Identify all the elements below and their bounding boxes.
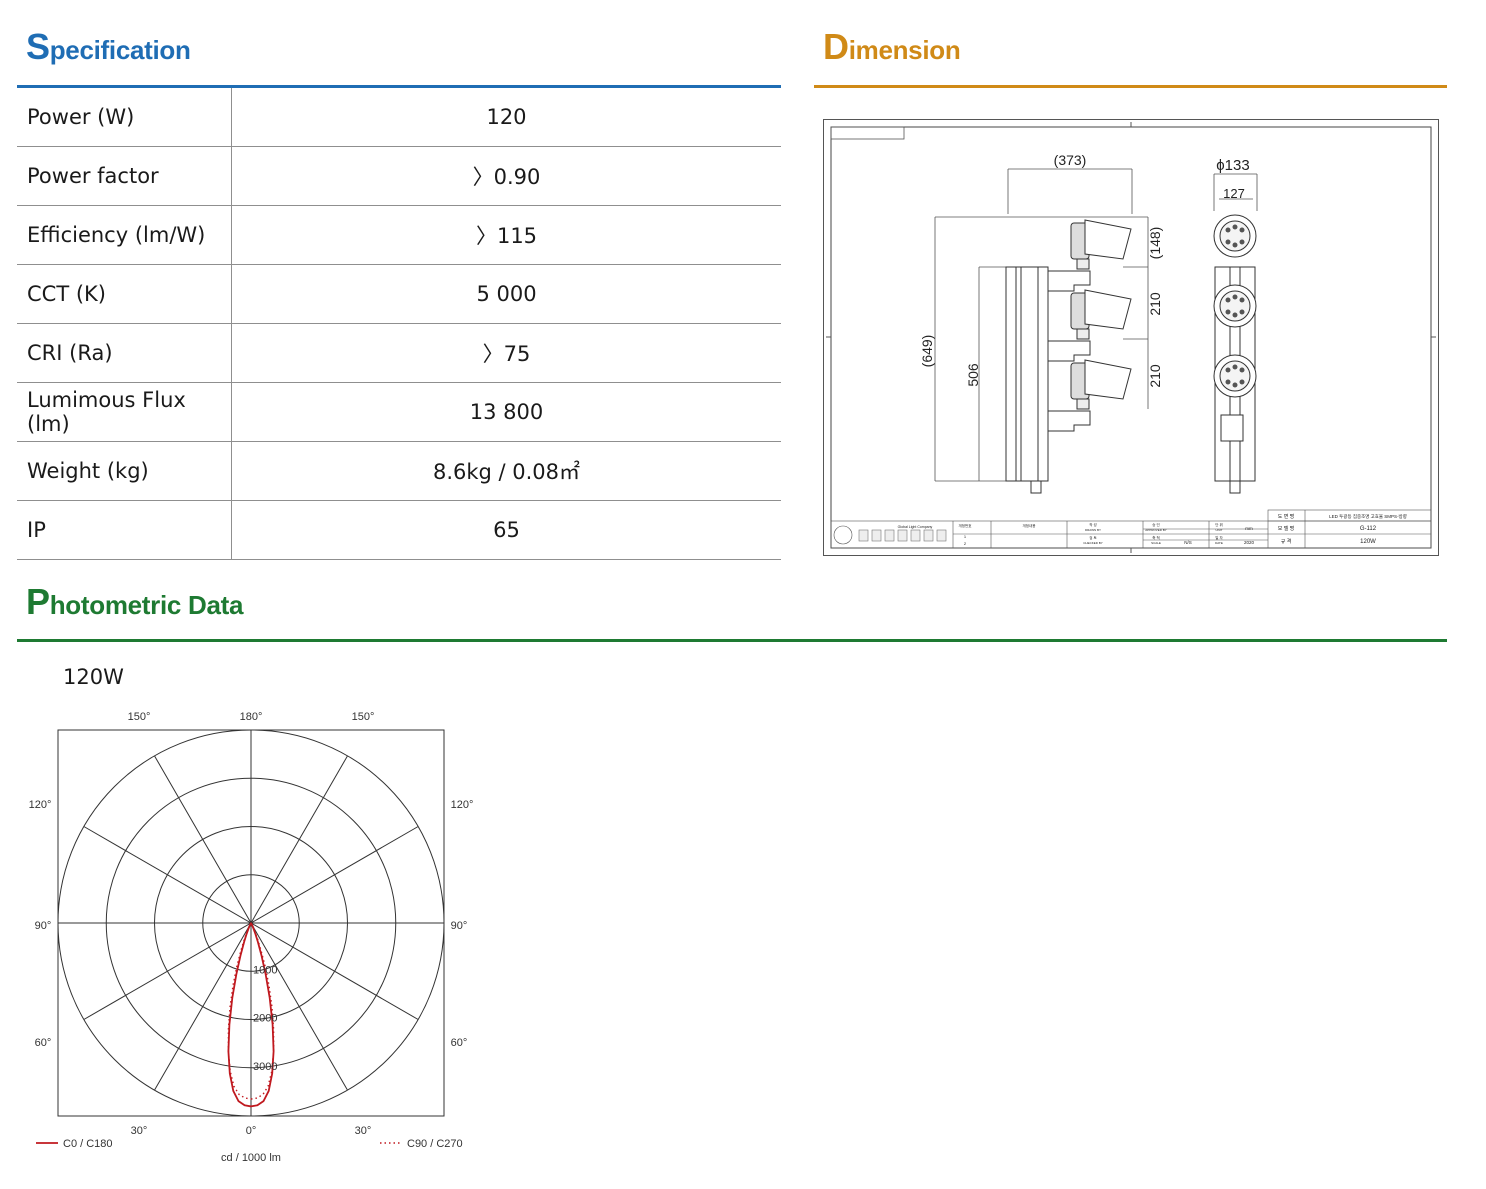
polar-angle-label: 60° <box>451 1037 468 1049</box>
checked-label: 검 토 <box>1089 535 1097 540</box>
dim-width-total: (373) <box>1054 152 1087 168</box>
spec-key: Power (W) <box>17 88 232 147</box>
rev-label: 개정번호 <box>959 523 973 528</box>
photometric-divider <box>17 639 1447 642</box>
spec-row: Power factor 〉0.90 <box>17 146 781 206</box>
spec-row: CCT (K) 5 000 <box>17 264 781 324</box>
spec-label: 규 격 <box>1281 538 1292 545</box>
spec-value: 〉75 <box>231 323 781 383</box>
polar-angle-label: 120° <box>29 799 52 811</box>
spec-row: Weight (kg) 8.6kg / 0.08㎡ <box>17 441 781 501</box>
model-label: 모 델 명 <box>1278 525 1295 532</box>
date-label-en: DATE <box>1215 541 1223 545</box>
dim-height-total: (649) <box>919 335 935 368</box>
drawn-label-en: DRAWN BY <box>1085 528 1101 532</box>
scale-label: 축 척 <box>1152 535 1159 540</box>
scale-value: N/S <box>1184 540 1192 545</box>
polar-radial-tick: 3000 <box>253 1061 277 1073</box>
unit-label: 단 위 <box>1215 522 1222 527</box>
spec-key: IP <box>17 500 232 560</box>
drawing-name-label: 도 면 명 <box>1278 513 1295 520</box>
spec-key: Efficiency (lm/W) <box>17 205 232 265</box>
polar-angle-label: 0° <box>246 1125 257 1137</box>
spec-key: CCT (K) <box>17 264 232 324</box>
dim-width-side: 127 <box>1223 186 1245 201</box>
polar-radial-tick: 2000 <box>253 1013 277 1025</box>
year-value: 2020 <box>1244 540 1255 545</box>
dimension-drawing: (373) ϕ133 127 (649) 506 (148) 210 210 G… <box>823 119 1439 556</box>
spec-row: Power (W) 120 <box>17 88 781 147</box>
dim-spacing-1: 210 <box>1147 292 1163 316</box>
legend-label: C90 / C270 <box>407 1138 463 1150</box>
spec-key: Power factor <box>17 146 232 206</box>
polar-chart: 150° 180° 150° 120° 120° 90° 90° 60° 60° 30° 0° 30°… <box>29 711 474 1164</box>
spec-value: 5 000 <box>231 264 781 324</box>
approved-label-en: APPROVED BY <box>1145 528 1167 532</box>
polar-angle-label: 30° <box>131 1125 148 1137</box>
spec-row: CRI (Ra) 〉75 <box>17 323 781 383</box>
chart-label: 120W <box>63 665 124 689</box>
legend-label: C0 / C180 <box>63 1138 113 1150</box>
photometric-title: Photometric Data <box>26 581 244 622</box>
spec-value: 13 800 <box>231 382 781 442</box>
spec-key: CRI (Ra) <box>17 323 232 383</box>
spec-key: Weight (kg) <box>17 441 232 501</box>
drawing-name: LED 투광등 집중조명 고효율 SMPS-방향 <box>1329 513 1407 520</box>
polar-angle-label: 90° <box>451 920 468 932</box>
polar-angle-label: 30° <box>355 1125 372 1137</box>
spec-value: 120W <box>1360 539 1376 545</box>
polar-angle-label: 180° <box>240 711 263 723</box>
spec-value: 8.6kg / 0.08㎡ <box>231 441 781 501</box>
polar-angle-label: 60° <box>35 1037 52 1049</box>
spec-row: Efficiency (lm/W) 〉115 <box>17 205 781 265</box>
specification-title: Specification <box>26 26 191 67</box>
rev-content-label: 개정내용 <box>1023 523 1037 528</box>
polar-angle-label: 150° <box>352 711 375 723</box>
dim-head-height: (148) <box>1147 227 1163 260</box>
spec-value: 〉115 <box>231 205 781 265</box>
polar-angle-label: 150° <box>128 711 151 723</box>
dim-height-body: 506 <box>965 363 981 387</box>
spec-row: Lumimous Flux (lm) 13 800 <box>17 382 781 442</box>
polar-unit-label: cd / 1000 lm <box>221 1152 281 1164</box>
specification-table: Power (W) 120 Power factor 〉0.90 Efficiency … <box>17 88 781 560</box>
unit-label-en: UNIT <box>1216 528 1223 532</box>
checked-label-en: CHECKED BY <box>1083 541 1103 545</box>
date-label: 일 자 <box>1215 535 1223 540</box>
company-name: Global Light Company <box>898 525 933 529</box>
polar-angle-label: 90° <box>35 920 52 932</box>
spec-row: IP 65 <box>17 500 781 560</box>
dimension-divider <box>814 85 1447 88</box>
unit-value: mm <box>1245 526 1253 531</box>
spec-value: 〉0.90 <box>231 146 781 206</box>
scale-label-en: SCALE <box>1151 541 1161 545</box>
model-number: G-112 <box>1360 526 1377 532</box>
spec-value: 120 <box>231 88 781 147</box>
dim-diameter: ϕ133 <box>1216 157 1249 174</box>
spec-key: Lumimous Flux (lm) <box>17 382 232 442</box>
spec-value: 65 <box>231 500 781 560</box>
polar-angle-label: 120° <box>451 799 474 811</box>
dim-spacing-2: 210 <box>1147 364 1163 388</box>
drawn-label: 작 성 <box>1089 522 1096 527</box>
polar-radial-tick: 1000 <box>253 964 277 976</box>
dimension-title: Dimension <box>823 26 961 67</box>
approved-label: 승 인 <box>1152 522 1159 527</box>
